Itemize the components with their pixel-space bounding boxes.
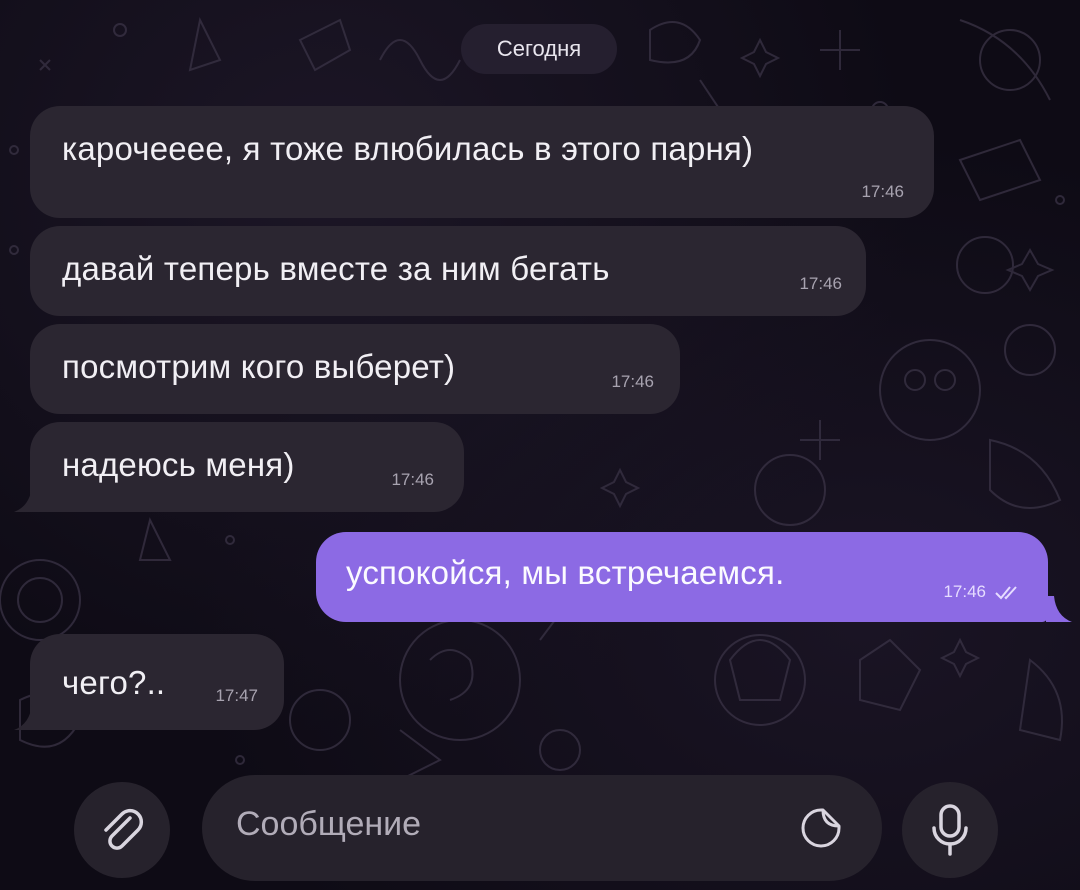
voice-message-button[interactable] bbox=[902, 782, 998, 878]
message-text: посмотрим кого выберет) bbox=[62, 348, 456, 385]
message-time: 17:46 bbox=[611, 372, 654, 391]
message-text: надеюсь меня) bbox=[62, 446, 295, 483]
incoming-message[interactable]: карочееее, я тоже влюбилась в этого парн… bbox=[30, 106, 934, 218]
message-text: чего?.. bbox=[62, 664, 166, 701]
message-time: 17:46 bbox=[799, 274, 842, 293]
date-separator: Сегодня bbox=[461, 24, 617, 74]
message-text: карочееее, я тоже влюбилась в этого парн… bbox=[62, 130, 754, 167]
incoming-message[interactable]: чего?.. 17:47 bbox=[30, 634, 284, 730]
sticker-icon bbox=[801, 808, 841, 848]
attach-button[interactable] bbox=[74, 782, 170, 878]
message-time: 17:46 bbox=[943, 582, 986, 601]
chat-screen: Сегодня карочееее, я тоже влюбилась в эт… bbox=[0, 0, 1080, 890]
paperclip-icon bbox=[104, 808, 144, 850]
incoming-message[interactable]: посмотрим кого выберет) 17:46 bbox=[30, 324, 680, 414]
sticker-button[interactable] bbox=[796, 803, 846, 853]
outgoing-message[interactable]: успокойся, мы встречаемся. 17:46 bbox=[316, 532, 1048, 622]
bubble-tail bbox=[1046, 596, 1072, 622]
message-text: давай теперь вместе за ним бегать bbox=[62, 250, 610, 287]
message-time: 17:47 bbox=[215, 686, 258, 705]
double-check-icon bbox=[995, 586, 1017, 600]
message-time: 17:46 bbox=[391, 470, 434, 489]
incoming-message[interactable]: надеюсь меня) 17:46 bbox=[30, 422, 464, 512]
message-input[interactable]: Сообщение bbox=[202, 775, 882, 881]
bubble-tail bbox=[14, 704, 40, 730]
message-text: успокойся, мы встречаемся. bbox=[346, 554, 785, 591]
message-input-placeholder: Сообщение bbox=[236, 805, 422, 843]
message-time: 17:46 bbox=[861, 182, 904, 201]
bubble-tail bbox=[14, 486, 40, 512]
incoming-message[interactable]: давай теперь вместе за ним бегать 17:46 bbox=[30, 226, 866, 316]
microphone-icon bbox=[932, 804, 968, 856]
